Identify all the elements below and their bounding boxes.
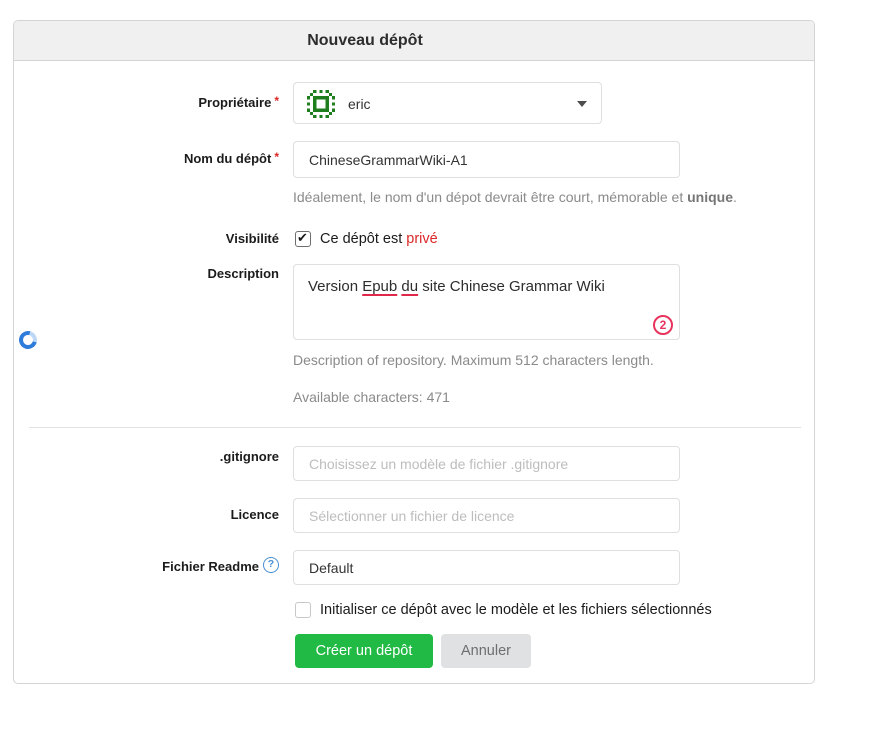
init-repo-checkbox-label[interactable]: Initialiser ce dépôt avec le modèle et l… [320,602,712,619]
section-divider [29,427,801,428]
readme-input[interactable] [293,550,680,585]
spellcheck-underline: Epub [362,278,397,295]
page-title: Nouveau dépôt [14,21,716,61]
spellcheck-underline: du [401,278,418,295]
visibility-label: Visibilité [14,231,279,247]
license-input[interactable] [293,498,680,533]
required-asterisk: * [274,94,279,108]
required-asterisk: * [274,150,279,164]
init-repo-checkbox[interactable] [295,602,311,618]
chevron-down-icon [577,101,587,107]
identicon-avatar [307,90,335,118]
gitignore-input[interactable] [293,446,680,481]
question-icon[interactable]: ? [263,557,279,573]
repo-name-label: Nom du dépôt* [14,151,279,167]
repo-name-help: Idéalement, le nom d'un dépot devrait êt… [293,189,737,206]
visibility-checkbox-label[interactable]: Ce dépôt est privé [320,231,438,248]
panel-header: Nouveau dépôt [14,21,814,61]
gitignore-label: .gitignore [14,449,279,465]
license-label: Licence [14,507,279,523]
check-icon: ✔ [297,230,308,246]
new-repo-panel: Nouveau dépôt Propriétaire* eric [13,20,815,684]
description-help: Description of repository. Maximum 512 c… [293,352,654,369]
description-textarea[interactable]: Version Epub du site Chinese Grammar Wik… [293,264,680,340]
private-highlight: privé [406,231,437,247]
owner-dropdown[interactable]: eric [293,82,602,124]
new-repository-page: Nouveau dépôt Propriétaire* eric [0,0,879,743]
readme-label: Fichier Readme [14,559,259,575]
visibility-checkbox[interactable]: ✔ [295,231,311,247]
description-label: Description [14,266,279,282]
annotation-badge-2: 2 [653,315,673,335]
owner-selected-value: eric [348,83,371,125]
owner-label: Propriétaire* [14,95,279,111]
cancel-button[interactable]: Annuler [441,634,531,668]
repo-name-input[interactable] [293,141,680,178]
create-repo-button[interactable]: Créer un dépôt [295,634,433,668]
available-characters-counter: Available characters: 471 [293,389,450,406]
